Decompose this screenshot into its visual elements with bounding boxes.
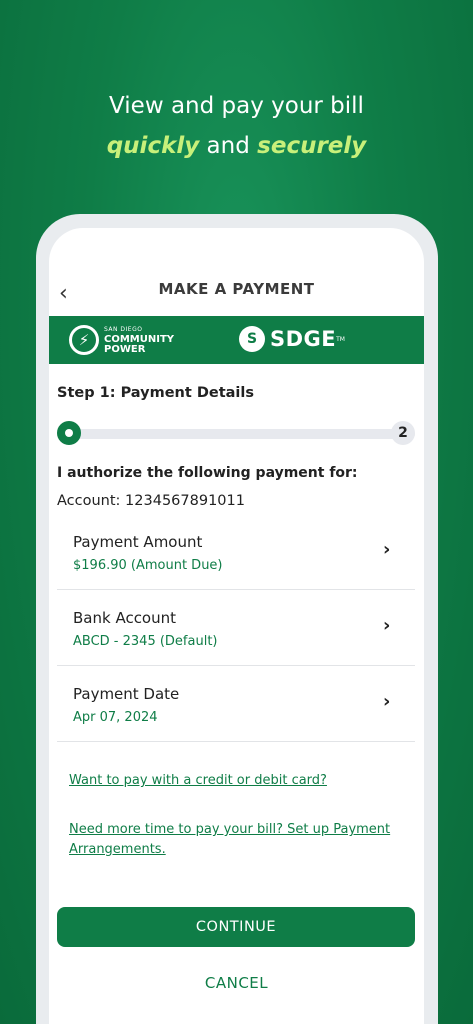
payment-date-row[interactable]: Payment Date Apr 07, 2024 › bbox=[57, 666, 415, 742]
row-label: Payment Date bbox=[73, 685, 180, 703]
brand-bar: ⚡ SAN DIEGO COMMUNITY POWER S SDGE TM bbox=[49, 316, 424, 364]
credit-card-link[interactable]: Want to pay with a credit or debit card? bbox=[69, 771, 327, 791]
headline-highlight-quickly: quickly bbox=[106, 133, 200, 159]
sdge-trademark: TM bbox=[336, 335, 345, 343]
payment-details-list: Payment Amount $196.90 (Amount Due) › Ba… bbox=[57, 514, 415, 742]
row-value: $196.90 (Amount Due) bbox=[73, 558, 223, 573]
page-title: MAKE A PAYMENT bbox=[158, 280, 315, 298]
community-power-line-2: POWER bbox=[104, 344, 146, 355]
row-value: ABCD - 2345 (Default) bbox=[73, 634, 218, 649]
headline-connector: and bbox=[199, 133, 258, 159]
promo-headline: View and pay your bill quickly and secur… bbox=[0, 86, 473, 166]
chevron-right-icon: › bbox=[383, 539, 391, 560]
sdge-wordmark: SDGE bbox=[270, 327, 337, 351]
sdge-mark-icon: S bbox=[239, 326, 265, 352]
payment-arrangements-link-line-1: Need more time to pay your bill? Set up … bbox=[69, 822, 391, 837]
continue-button[interactable]: CONTINUE bbox=[57, 907, 415, 947]
sdge-logo: S SDGE TM bbox=[239, 326, 345, 352]
row-label: Bank Account bbox=[73, 609, 177, 627]
phone-screen: ‹ MAKE A PAYMENT ⚡ SAN DIEGO COMMUNITY P… bbox=[49, 228, 424, 1024]
chevron-right-icon: › bbox=[383, 691, 391, 712]
community-power-logo: ⚡ SAN DIEGO COMMUNITY POWER bbox=[69, 325, 174, 355]
headline-line-1: View and pay your bill bbox=[109, 93, 364, 119]
progress-track bbox=[57, 429, 415, 439]
nav-bar: ‹ MAKE A PAYMENT bbox=[49, 228, 424, 316]
lightning-bolt-icon: ⚡ bbox=[69, 325, 99, 355]
progress-current-step-indicator bbox=[57, 421, 81, 445]
authorize-heading: I authorize the following payment for: bbox=[57, 465, 358, 481]
bank-account-row[interactable]: Bank Account ABCD - 2345 (Default) › bbox=[57, 590, 415, 666]
payment-arrangements-link-line-2: Arrangements. bbox=[69, 842, 166, 857]
payment-arrangements-link[interactable]: Need more time to pay your bill? Set up … bbox=[69, 820, 390, 860]
payment-amount-row[interactable]: Payment Amount $196.90 (Amount Due) › bbox=[57, 514, 415, 590]
headline-highlight-securely: securely bbox=[257, 133, 367, 159]
headline-line-2: quickly and securely bbox=[0, 126, 473, 166]
chevron-right-icon: › bbox=[383, 615, 391, 636]
row-label: Payment Amount bbox=[73, 533, 203, 551]
account-number: Account: 1234567891011 bbox=[57, 493, 245, 509]
step-title: Step 1: Payment Details bbox=[57, 385, 255, 401]
row-value: Apr 07, 2024 bbox=[73, 710, 158, 725]
cancel-button[interactable]: CANCEL bbox=[49, 970, 424, 996]
progress-step-total: 2 bbox=[391, 421, 415, 445]
